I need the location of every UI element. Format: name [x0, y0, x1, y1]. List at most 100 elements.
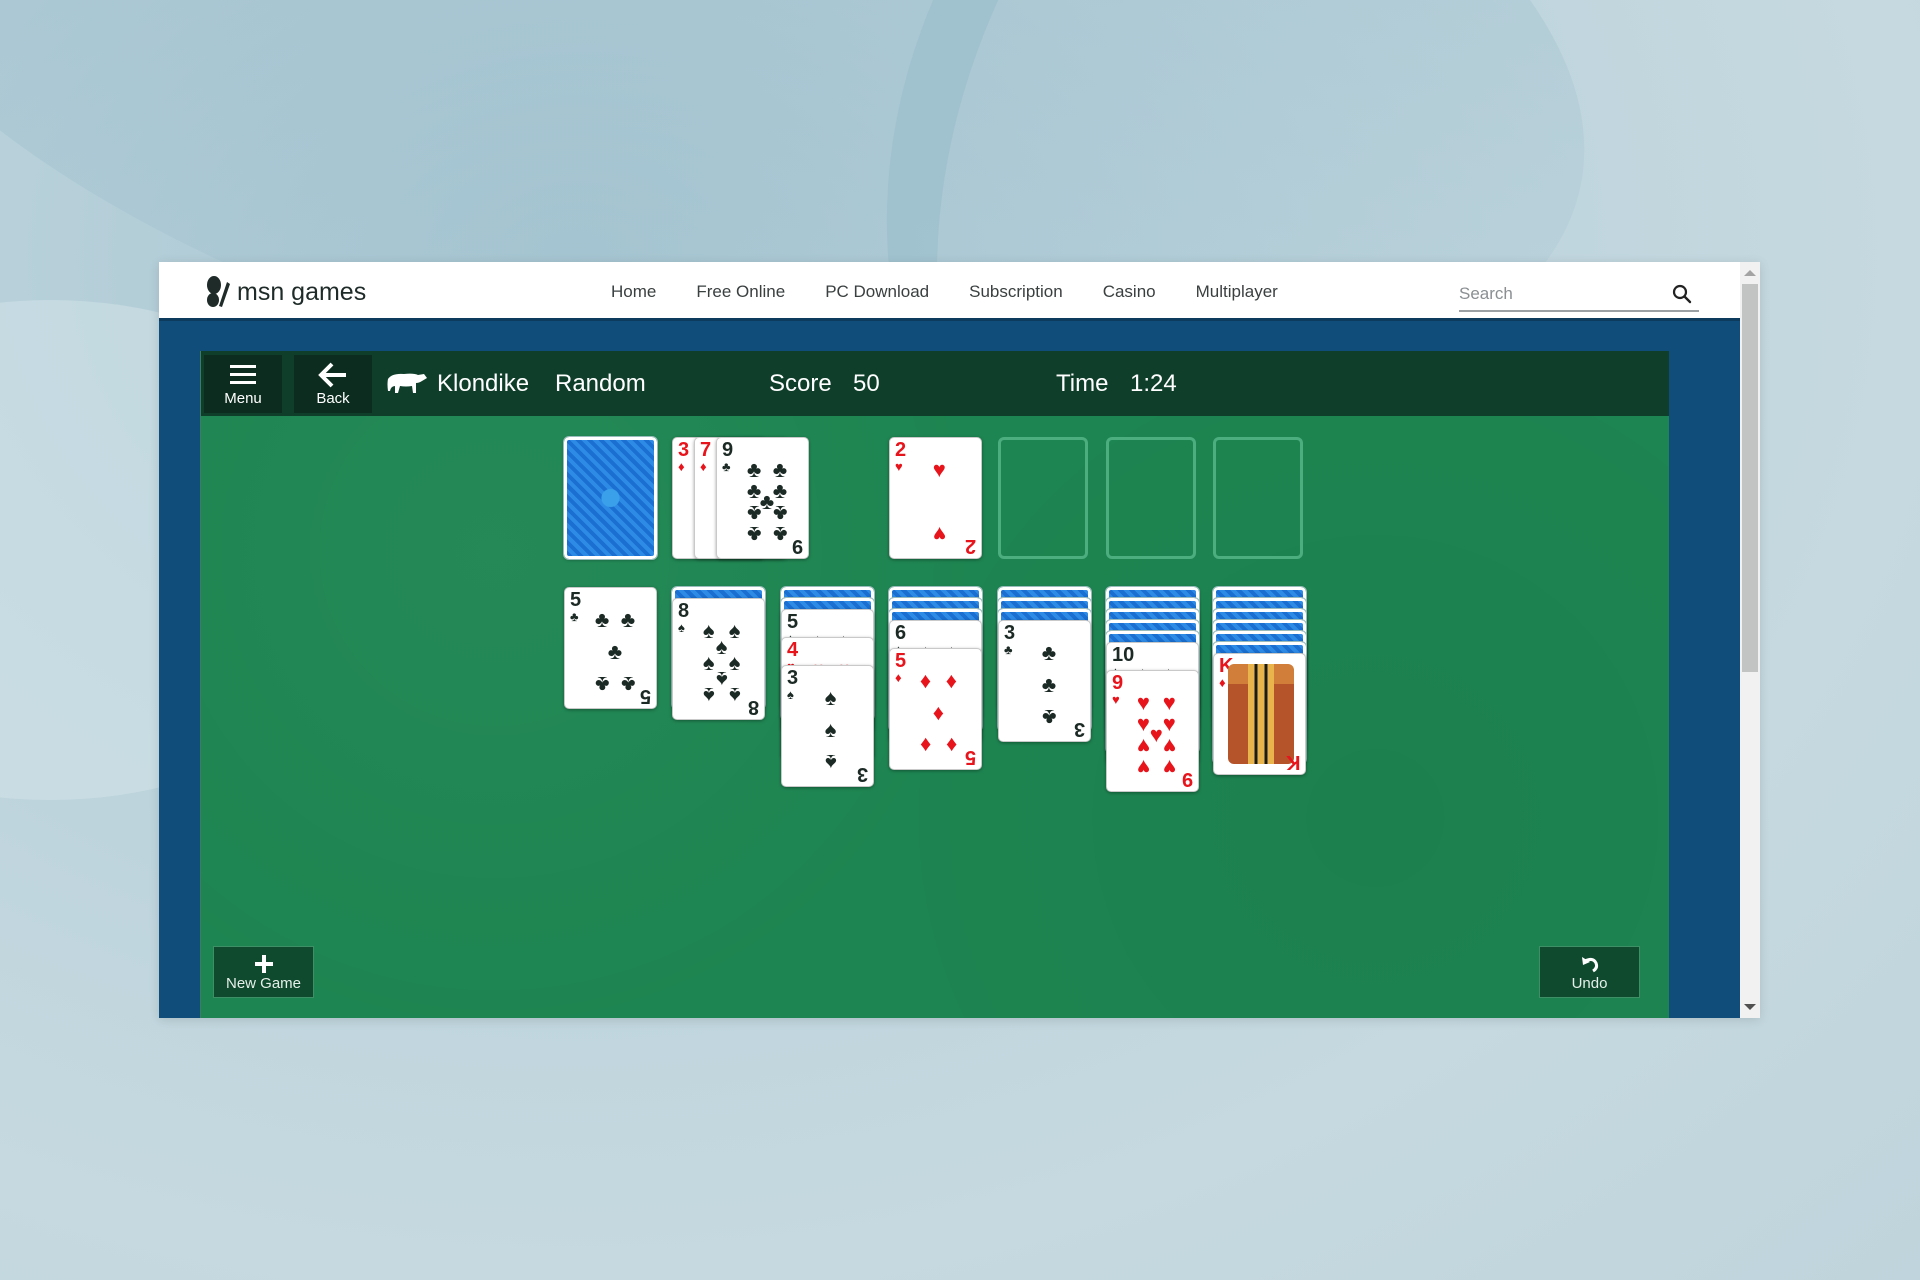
nav-free-online[interactable]: Free Online	[696, 282, 785, 302]
butterfly-icon	[207, 276, 230, 307]
card-pip-icon: ♥	[1136, 711, 1150, 737]
game-toolbar: Menu Back Klondike Random Score 50 Time …	[201, 351, 1669, 416]
card-pip-icon: ♥	[1136, 755, 1150, 781]
solitaire-game-area: Menu Back Klondike Random Score 50 Time …	[200, 351, 1669, 1018]
card-pip-icon: ♥	[932, 522, 946, 548]
card-rank: 8	[678, 600, 690, 622]
card-suit-icon: ♣	[570, 609, 579, 624]
court-card-figure	[1228, 664, 1294, 764]
card-suit-icon: ♦	[895, 670, 902, 685]
scrollbar-thumb[interactable]	[1742, 284, 1758, 672]
card-suit-icon: ♦	[678, 459, 685, 474]
nav-casino[interactable]: Casino	[1103, 282, 1156, 302]
foundation-card[interactable]: 2 ♥ ♥ ♥ 2	[889, 437, 982, 559]
card-rank: 3	[787, 667, 799, 689]
card-rank: 2	[895, 439, 907, 461]
new-game-button[interactable]: New Game	[213, 946, 314, 998]
card-pip-icon: ♣	[746, 500, 762, 526]
tableau-card[interactable]: 3 ♠ ♠ ♠ ♠ 3	[781, 665, 874, 787]
card-rank-bottom: K	[1285, 751, 1300, 773]
card-pip-icon: ♣	[772, 478, 788, 504]
back-arrow-icon	[318, 362, 346, 387]
menu-button[interactable]: Menu	[204, 355, 282, 413]
scroll-up-arrow-icon[interactable]	[1744, 270, 1756, 276]
nav-pc-download[interactable]: PC Download	[825, 282, 929, 302]
undo-button[interactable]: Undo	[1539, 946, 1640, 998]
card-rank-bottom: 5	[639, 685, 651, 707]
card-pip-icon: ♠	[824, 750, 837, 776]
card-pip-icon: ♦	[945, 733, 957, 759]
card-pip-icon: ♣	[772, 500, 788, 526]
card-suit-icon: ♣	[722, 459, 731, 474]
browser-window: msn games Home Free Online PC Download S…	[159, 262, 1760, 1018]
tableau-card[interactable]: 8 ♠ ♠ ♠ ♠ ♠ ♠ ♠ ♠ ♠ 8	[672, 598, 765, 720]
score-label: Score	[769, 370, 832, 397]
menu-label: Menu	[224, 389, 262, 407]
card-rank: 9	[722, 439, 734, 461]
card-pip-icon: ♣	[1041, 705, 1057, 731]
tableau-card[interactable]: 9 ♥ ♥ ♥ ♥ ♥ ♥ ♥ ♥ ♥ ♥ 9	[1106, 670, 1199, 792]
plus-icon	[254, 954, 273, 973]
card-pip-icon: ♠	[715, 633, 728, 659]
tableau-card[interactable]: 5 ♣ ♣ ♣ ♣ ♣ ♣ 5	[564, 587, 657, 709]
foundation-slot-empty[interactable]	[1106, 437, 1196, 559]
card-pip-icon: ♦	[945, 667, 957, 693]
msn-games-logo[interactable]: msn games	[205, 276, 366, 308]
back-label: Back	[316, 389, 350, 407]
main-nav: Home Free Online PC Download Subscriptio…	[611, 282, 1278, 302]
time-value: 1:24	[1130, 370, 1177, 397]
card-pip-icon: ♠	[824, 684, 837, 710]
card-rank-bottom: 9	[791, 535, 803, 557]
site-header: msn games Home Free Online PC Download S…	[159, 262, 1740, 321]
card-suit-icon: ♥	[895, 459, 903, 474]
card-pip-icon: ♥	[932, 456, 946, 482]
card-rank: 4	[787, 639, 799, 661]
card-rank-bottom: 2	[964, 535, 976, 557]
card-pip-icon: ♣	[746, 522, 762, 548]
card-pip-icon: ♦	[932, 700, 945, 725]
card-pip-icon: ♠	[715, 667, 728, 693]
card-pip-icon: ♥	[1162, 733, 1176, 759]
card-rank: 10	[1112, 644, 1135, 666]
card-pip-icon: ♠	[728, 650, 741, 675]
waste-card[interactable]: 9 ♣ ♣ ♣ ♣ ♣ ♣ ♣ ♣ ♣ ♣ 9	[716, 437, 809, 559]
card-rank: 5	[895, 650, 907, 672]
card-suit-icon: ♥	[1112, 692, 1120, 707]
logo-text: msn games	[237, 277, 367, 306]
card-suit-icon: ♦	[700, 459, 707, 474]
tableau-card[interactable]: 3 ♣ ♣ ♣ ♣ 3	[998, 620, 1091, 742]
stock-pile[interactable]	[563, 436, 658, 560]
foundation-slot-empty[interactable]	[998, 437, 1088, 559]
card-rank: 6	[895, 622, 907, 644]
card-pip-icon: ♣	[620, 606, 636, 632]
score-value: 50	[853, 370, 880, 397]
card-pip-icon: ♣	[607, 639, 623, 664]
card-suit-icon: ♦	[1219, 675, 1226, 690]
deal-mode: Random	[555, 370, 646, 397]
card-rank: 3	[1004, 622, 1016, 644]
card-suit-icon: ♠	[678, 620, 685, 635]
foundation-slot-empty[interactable]	[1213, 437, 1303, 559]
card-suit-icon: ♠	[787, 687, 794, 702]
time-label: Time	[1056, 370, 1109, 397]
back-button[interactable]: Back	[294, 355, 372, 413]
scroll-down-arrow-icon[interactable]	[1744, 1004, 1756, 1010]
new-game-label: New Game	[225, 974, 302, 992]
card-pip-icon: ♥	[1149, 722, 1163, 747]
nav-subscription[interactable]: Subscription	[969, 282, 1063, 302]
card-pip-icon: ♣	[594, 606, 610, 632]
page-scrollbar[interactable]	[1740, 262, 1760, 1018]
card-pip-icon: ♣	[1041, 672, 1057, 697]
search-input[interactable]	[1459, 280, 1659, 308]
nav-home[interactable]: Home	[611, 282, 656, 302]
card-pip-icon: ♠	[728, 617, 741, 643]
game-name: Klondike	[437, 370, 530, 397]
nav-multiplayer[interactable]: Multiplayer	[1196, 282, 1278, 302]
search-icon[interactable]	[1671, 283, 1693, 305]
card-pip-icon: ♣	[594, 672, 610, 698]
polar-bear-icon	[387, 373, 427, 393]
undo-label: Undo	[1571, 974, 1608, 992]
tableau-card[interactable]: K ♦ K	[1213, 653, 1306, 775]
card-rank: 3	[678, 439, 690, 461]
tableau-card[interactable]: 5 ♦ ♦ ♦ ♦ ♦ ♦ 5	[889, 648, 982, 770]
